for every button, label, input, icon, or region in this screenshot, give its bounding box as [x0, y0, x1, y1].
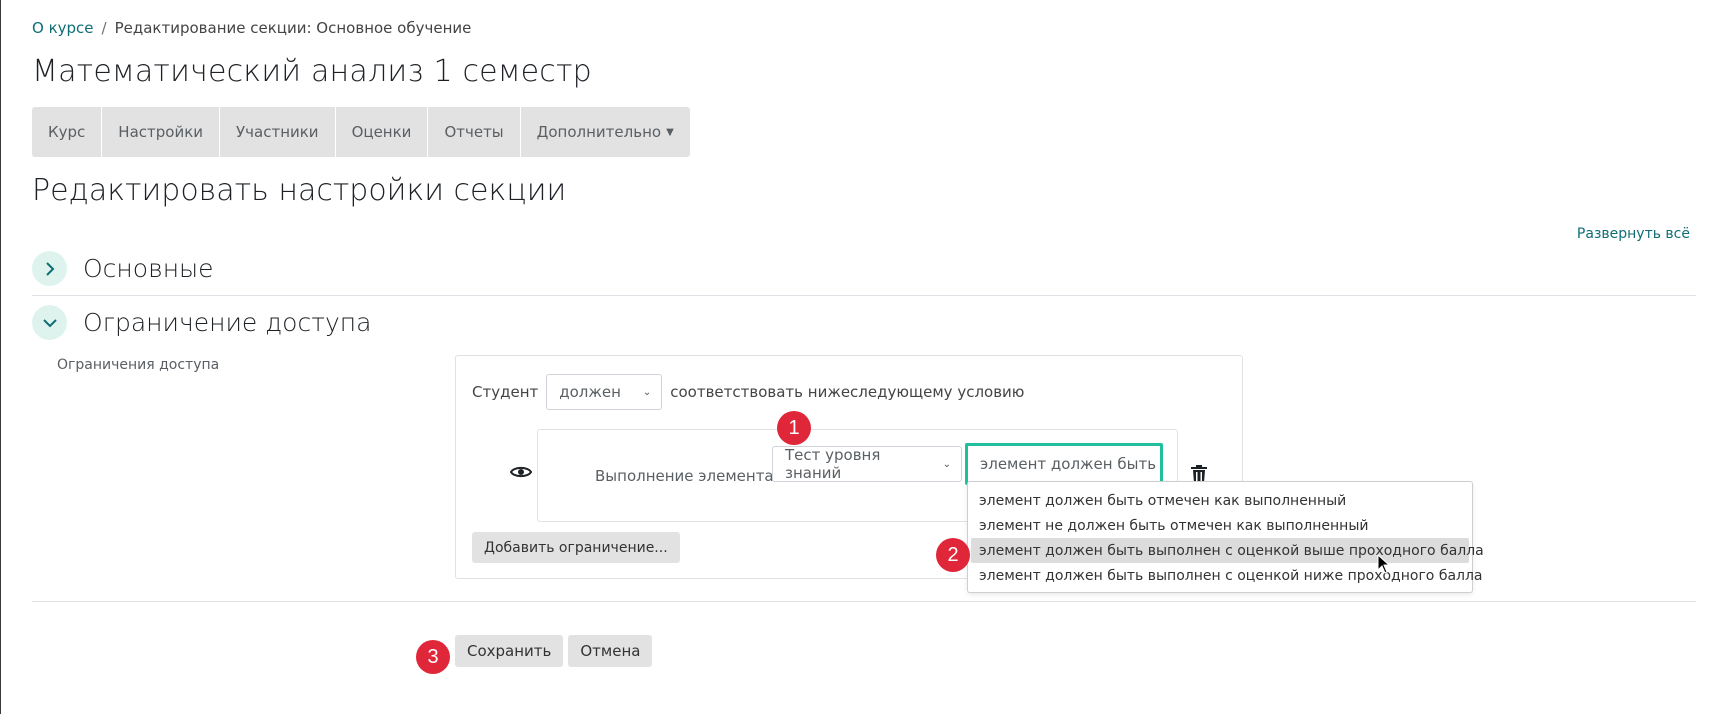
- course-title: Математический анализ 1 семестр: [32, 54, 592, 89]
- tab-participants[interactable]: Участники: [220, 107, 336, 157]
- must-select-value: должен: [559, 383, 621, 401]
- eye-icon[interactable]: [510, 464, 532, 480]
- activity-select-value: Тест уровня знаний: [785, 446, 881, 482]
- step-badge-3: 3: [416, 640, 450, 674]
- window-left-border: [0, 0, 1, 714]
- tab-more-label: Дополнительно: [536, 123, 662, 141]
- chevron-down-icon: ▼: [666, 126, 674, 138]
- cancel-button[interactable]: Отмена: [568, 635, 653, 667]
- completion-status-select[interactable]: элемент должен быть ⌄: [965, 443, 1163, 485]
- step-badge-2: 2: [936, 538, 970, 572]
- mouse-cursor-icon: [1377, 554, 1390, 574]
- tab-settings[interactable]: Настройки: [102, 107, 221, 157]
- tab-grades[interactable]: Оценки: [336, 107, 429, 157]
- student-label: Студент: [472, 383, 539, 401]
- tab-more[interactable]: Дополнительно ▼: [521, 107, 690, 157]
- condition-suffix: соответствовать нижеследующему условию: [670, 383, 1025, 401]
- course-nav-tabs: Курс Настройки Участники Оценки Отчеты Д…: [32, 107, 690, 157]
- expand-all-link[interactable]: Развернуть всё: [1577, 226, 1690, 242]
- breadcrumb-course-link[interactable]: О курсе: [32, 19, 94, 37]
- dropdown-option[interactable]: элемент должен быть отмечен как выполнен…: [968, 488, 1472, 513]
- add-restriction-button[interactable]: Добавить ограничение...: [472, 532, 680, 563]
- breadcrumb: О курсе / Редактирование секции: Основно…: [32, 19, 471, 37]
- form-actions: Сохранить Отмена: [455, 635, 653, 667]
- status-select-value: элемент должен быть: [980, 455, 1157, 473]
- section-general-title: Основные: [83, 254, 214, 283]
- breadcrumb-current: Редактирование секции: Основное обучение: [114, 19, 472, 37]
- chevron-down-icon[interactable]: [32, 305, 67, 340]
- dropdown-option[interactable]: элемент не должен быть отмечен как выпол…: [968, 513, 1472, 538]
- student-condition-row: Студент должен ⌄ соответствовать нижесле…: [472, 374, 1024, 410]
- dropdown-option[interactable]: элемент должен быть выполнен с оценкой н…: [968, 563, 1483, 588]
- step-badge-1: 1: [777, 411, 811, 445]
- chevron-down-icon: ⌄: [642, 386, 652, 398]
- section-restrict-header[interactable]: Ограничение доступа: [32, 305, 371, 340]
- activity-select[interactable]: Тест уровня знаний ⌄: [772, 446, 962, 482]
- restrictions-field-label: Ограничения доступа: [57, 357, 220, 373]
- completion-status-dropdown: элемент должен быть отмечен как выполнен…: [967, 481, 1484, 593]
- section-restrict-title: Ограничение доступа: [83, 308, 372, 337]
- breadcrumb-separator: /: [101, 19, 107, 37]
- section-divider: [32, 295, 1696, 296]
- chevron-right-icon[interactable]: [32, 251, 67, 286]
- tab-reports[interactable]: Отчеты: [428, 107, 521, 157]
- form-divider: [32, 601, 1696, 602]
- condition-type-label: Выполнение элемента: [595, 467, 774, 485]
- chevron-down-icon: ⌄: [942, 458, 951, 470]
- save-button[interactable]: Сохранить: [455, 635, 564, 667]
- section-general-header[interactable]: Основные: [32, 251, 214, 286]
- dropdown-option-highlighted[interactable]: элемент должен быть выполнен с оценкой в…: [971, 538, 1484, 563]
- page-heading: Редактировать настройки секции: [32, 173, 567, 208]
- tab-course[interactable]: Курс: [32, 107, 103, 157]
- must-select[interactable]: должен ⌄: [546, 374, 663, 410]
